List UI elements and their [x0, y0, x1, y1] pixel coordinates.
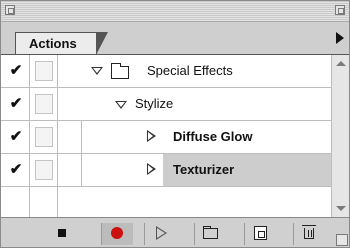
- trash-icon: [302, 225, 316, 239]
- record-button[interactable]: [101, 223, 133, 245]
- expand-triangle-right-icon[interactable]: [147, 130, 156, 142]
- actions-palette: Actions ✔ Special Effects ✔ Stylize ✔ Di…: [0, 0, 350, 248]
- toggle-checkmark-icon[interactable]: ✔: [7, 62, 25, 80]
- tab-actions[interactable]: Actions: [15, 32, 108, 55]
- dialog-toggle-box[interactable]: [35, 61, 53, 81]
- palette-title-bar[interactable]: [1, 1, 349, 22]
- action-row-texturizer[interactable]: ✔ Texturizer: [1, 154, 331, 187]
- action-set-name: Special Effects: [147, 63, 233, 78]
- column-divider: [81, 121, 82, 154]
- scroll-down-arrow-icon[interactable]: [336, 206, 346, 211]
- column-divider: [57, 187, 58, 217]
- stop-button[interactable]: [47, 223, 79, 245]
- expand-triangle-right-icon[interactable]: [147, 163, 156, 175]
- toggle-checkmark-icon[interactable]: ✔: [7, 95, 25, 113]
- column-divider: [29, 154, 30, 187]
- column-divider: [29, 121, 30, 154]
- empty-row: [1, 187, 331, 217]
- actions-toolbar: [1, 217, 349, 247]
- dialog-toggle-box[interactable]: [35, 94, 53, 114]
- column-divider: [57, 121, 58, 154]
- dialog-toggle-box[interactable]: [35, 160, 53, 180]
- scroll-up-arrow-icon[interactable]: [336, 61, 346, 66]
- column-divider: [29, 187, 30, 217]
- actions-list: ✔ Special Effects ✔ Stylize ✔ Diffuse Gl…: [1, 55, 331, 217]
- record-icon: [111, 227, 123, 239]
- action-row-diffuse-glow[interactable]: ✔ Diffuse Glow: [1, 121, 331, 154]
- column-divider: [29, 55, 30, 88]
- column-divider: [29, 88, 30, 121]
- expand-triangle-down-icon[interactable]: [91, 67, 103, 75]
- command-name: Diffuse Glow: [173, 129, 253, 144]
- play-icon: [156, 226, 167, 240]
- action-set-folder-icon: [111, 63, 129, 79]
- action-row-stylize[interactable]: ✔ Stylize: [1, 88, 331, 121]
- vertical-scrollbar[interactable]: [331, 55, 349, 217]
- collapse-box-icon[interactable]: [335, 5, 345, 15]
- new-action-button[interactable]: [244, 223, 276, 245]
- folder-icon: [203, 226, 218, 239]
- action-name: Stylize: [135, 96, 174, 111]
- new-set-button[interactable]: [194, 223, 226, 245]
- new-action-icon: [254, 226, 267, 240]
- delete-button[interactable]: [293, 223, 325, 245]
- close-box-icon[interactable]: [5, 5, 15, 15]
- action-row-special-effects[interactable]: ✔ Special Effects: [1, 55, 331, 88]
- command-name-selected: Texturizer: [173, 162, 235, 177]
- expand-triangle-down-icon[interactable]: [115, 101, 127, 109]
- play-button[interactable]: [144, 223, 176, 245]
- palette-menu-arrow-icon[interactable]: [336, 32, 344, 44]
- toggle-checkmark-icon[interactable]: ✔: [7, 128, 25, 146]
- tab-actions-label: Actions: [29, 36, 77, 51]
- tab-row: Actions: [1, 22, 349, 55]
- column-divider: [81, 154, 82, 187]
- dialog-toggle-box[interactable]: [35, 127, 53, 147]
- column-divider: [57, 55, 58, 88]
- resize-grip-icon[interactable]: [336, 234, 348, 246]
- column-divider: [57, 154, 58, 187]
- column-divider: [57, 88, 58, 121]
- toggle-checkmark-icon[interactable]: ✔: [7, 161, 25, 179]
- stop-icon: [58, 229, 66, 237]
